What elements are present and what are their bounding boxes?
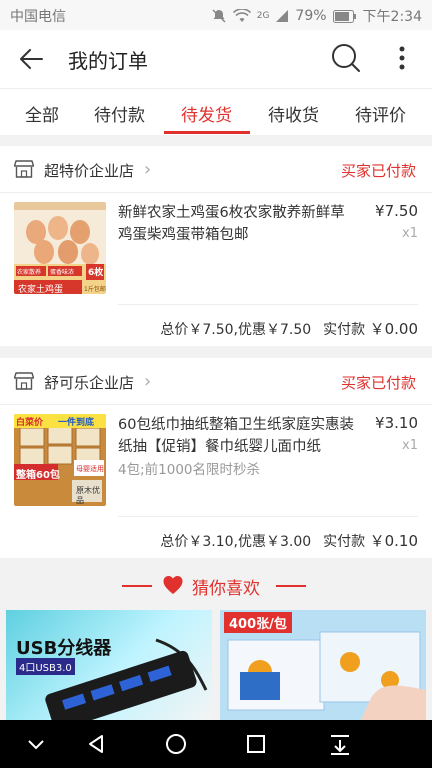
chevron-right-icon: › — [144, 159, 152, 180]
product-quantity: x1 — [402, 438, 418, 453]
thumb-tag-4: 母婴适用 — [76, 465, 104, 473]
back-arrow-icon[interactable] — [16, 44, 48, 74]
wifi-icon — [232, 9, 251, 22]
order-status: 买家已付款 — [340, 374, 416, 392]
product-sku: 4包;前1000名限时秒杀 — [118, 462, 260, 478]
paid-label: 实付款 — [323, 534, 366, 550]
battery-percent: 79% — [295, 8, 327, 24]
usb-hub-image — [45, 638, 208, 722]
order-card[interactable]: 舒可乐企业店 › 买家已付款 白菜价 一件到底 整箱60包 母婴适用 原木优品 … — [0, 358, 432, 558]
order-tabs: 全部 待付款 待发货 待收货 待评价 — [0, 88, 432, 135]
search-icon[interactable] — [330, 42, 362, 74]
carrier-label: 中国电信 — [10, 9, 66, 25]
mute-icon — [212, 9, 226, 23]
thumb-tag-5: 原木优品 — [76, 486, 100, 505]
order-list-screen: 中国电信 2G 79% 下午2:34 我的订单 全部 待付款 待发货 待收货 待… — [0, 0, 432, 768]
order-summary: 总价￥7.50,优惠￥7.50 实付款 ￥0.00 — [160, 318, 418, 339]
divider — [118, 516, 418, 517]
app-header: 我的订单 — [0, 30, 432, 88]
thumb-tag-3: 6枚 — [88, 268, 104, 278]
product-quantity: x1 — [402, 226, 418, 241]
home-circle-icon[interactable] — [164, 732, 188, 756]
more-vertical-icon[interactable] — [390, 42, 414, 74]
tab-pending-shipment[interactable]: 待发货 — [181, 101, 232, 126]
signal-icon — [276, 10, 289, 22]
paid-amount: ￥0.10 — [369, 532, 418, 550]
thumb-tag-4: 农家土鸡蛋 — [18, 285, 64, 294]
product-title[interactable]: 新鲜农家土鸡蛋6枚农家散养新鲜草鸡蛋柴鸡蛋带箱包邮 — [118, 202, 354, 246]
product-thumbnail[interactable]: 白菜价 一件到底 整箱60包 母婴适用 原木优品 — [14, 414, 106, 506]
recents-square-icon[interactable] — [244, 732, 268, 756]
heart-icon — [163, 576, 183, 594]
active-tab-indicator — [164, 131, 250, 134]
battery-icon — [332, 9, 356, 23]
tab-all[interactable]: 全部 — [25, 101, 59, 126]
paid-label: 实付款 — [323, 322, 366, 338]
recommend-card[interactable]: USB分线器 4口USB3.0 — [6, 610, 212, 722]
thumb-tag-3: 整箱60包 — [16, 470, 60, 481]
clock: 下午2:34 — [362, 9, 422, 25]
guess-you-like-header: 猜你喜欢 — [0, 568, 432, 604]
divider — [122, 585, 152, 587]
thumb-tag-5: 1斤包邮 — [84, 286, 106, 293]
store-icon — [14, 160, 34, 178]
shop-name: 超特价企业店 — [44, 162, 135, 180]
guess-you-like-title: 猜你喜欢 — [192, 579, 260, 599]
tab-pending-review[interactable]: 待评价 — [355, 101, 406, 126]
order-card[interactable]: 超特价企业店 › 买家已付款 农家散养 蛋香味浓 6枚 农家土鸡蛋 1斤包邮 新… — [0, 146, 432, 346]
paid-amount: ￥0.00 — [369, 320, 418, 338]
tab-pending-payment[interactable]: 待付款 — [94, 101, 145, 126]
thumb-tag-2: 一件到底 — [58, 418, 95, 428]
shop-name: 舒可乐企业店 — [44, 374, 135, 392]
shop-row[interactable]: 超特价企业店 › 买家已付款 — [0, 146, 432, 193]
product-title[interactable]: 60包纸巾抽纸整箱卫生纸家庭实惠装纸抽【促销】餐巾纸婴儿面巾纸 — [118, 414, 354, 458]
thumb-tag-1: 白菜价 — [16, 418, 44, 428]
divider — [118, 304, 418, 305]
back-triangle-icon[interactable] — [84, 732, 108, 756]
network-type-label: 2G — [256, 11, 270, 21]
chevron-right-icon: › — [144, 371, 152, 392]
shop-row[interactable]: 舒可乐企业店 › 买家已付款 — [0, 358, 432, 405]
store-icon — [14, 372, 34, 390]
product-price: ¥7.50 — [375, 202, 418, 220]
page-title: 我的订单 — [68, 49, 148, 73]
product-thumbnail[interactable]: 农家散养 蛋香味浓 6枚 农家土鸡蛋 1斤包邮 — [14, 202, 106, 294]
recommend-badge: 400张/包 — [224, 612, 292, 633]
order-status: 买家已付款 — [340, 162, 416, 180]
chevron-down-icon[interactable] — [24, 732, 48, 756]
order-total-text: 总价￥7.50,优惠￥7.50 — [160, 322, 312, 338]
order-total-text: 总价￥3.10,优惠￥3.00 — [160, 534, 312, 550]
divider — [276, 585, 306, 587]
status-bar: 中国电信 2G 79% 下午2:34 — [0, 0, 432, 30]
notification-pull-icon[interactable] — [328, 732, 352, 756]
tab-pending-receipt[interactable]: 待收货 — [268, 101, 319, 126]
thumb-tag-1: 农家散养 — [17, 269, 42, 276]
thumb-tag-2: 蛋香味浓 — [50, 269, 75, 276]
status-icons: 2G 79% 下午2:34 — [211, 6, 422, 26]
eggs-image — [14, 202, 106, 294]
system-nav-bar — [0, 720, 432, 768]
order-summary: 总价￥3.10,优惠￥3.00 实付款 ￥0.10 — [160, 530, 418, 551]
product-price: ¥3.10 — [375, 414, 418, 432]
recommend-card[interactable]: 400张/包 — [220, 610, 426, 722]
